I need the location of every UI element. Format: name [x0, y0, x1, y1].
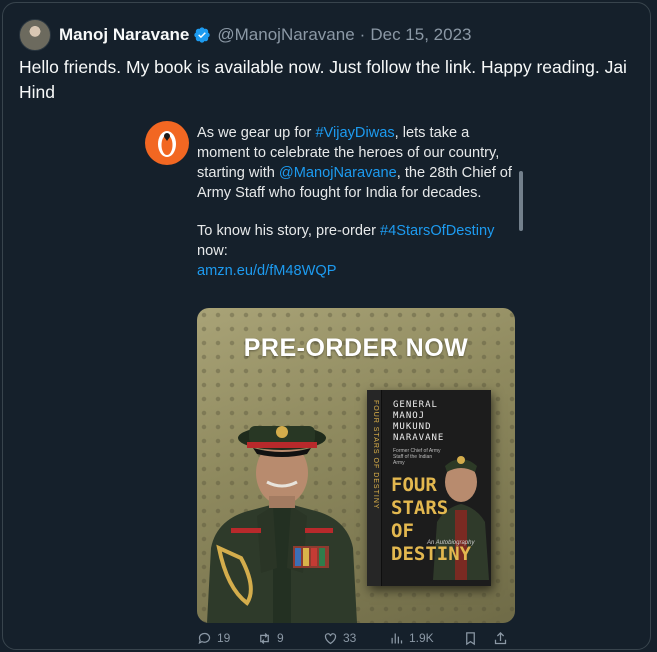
heart-icon: [324, 632, 337, 644]
repost-button[interactable]: 9: [257, 631, 323, 646]
like-count: 33: [343, 631, 357, 645]
tweet-date[interactable]: Dec 15, 2023: [370, 25, 471, 45]
views-button[interactable]: 1.9K: [389, 631, 463, 646]
mention-link[interactable]: @ManojNaravane: [279, 165, 397, 181]
views-icon: [391, 633, 403, 643]
reply-icon: [198, 632, 211, 644]
general-portrait-image: [207, 426, 357, 623]
repost-icon: [260, 632, 269, 644]
verified-badge-icon: [194, 27, 211, 43]
action-bar: 19 9 33 1.9K: [197, 627, 517, 649]
penguin-logo-icon[interactable]: [145, 121, 189, 165]
book-tagline: An Autobiography: [427, 540, 475, 546]
hashtag-4starsofdestiny-link[interactable]: #4StarsOfDestiny: [380, 223, 494, 239]
book-title-line: DESTINY: [391, 543, 472, 565]
quoted-post[interactable]: As we gear up for #VijayDiwas, lets take…: [143, 115, 533, 645]
book-title-line: FOUR: [391, 474, 437, 496]
reply-button[interactable]: 19: [197, 631, 257, 646]
reply-count: 19: [217, 631, 231, 645]
avatar[interactable]: [19, 19, 51, 51]
tweet-header: Manoj Naravane @ManojNaravane · Dec 15, …: [19, 19, 471, 51]
separator-dot: ·: [359, 25, 366, 44]
book-spine-text: FOUR STARS OF DESTINY: [372, 400, 379, 510]
tweet-text: Hello friends. My book is available now.…: [19, 57, 627, 102]
book-spine: FOUR STARS OF DESTINY: [367, 390, 382, 586]
book-title-line: STARS: [391, 497, 449, 519]
hashtag-vijaydiwas-link[interactable]: #VijayDiwas: [315, 125, 394, 141]
bookmark-icon: [466, 631, 475, 645]
book-author-line: MANOJ: [393, 411, 426, 421]
amazon-link[interactable]: amzn.eu/d/fM48WQP: [197, 263, 337, 279]
quoted-text: As we gear up for #VijayDiwas, lets take…: [197, 123, 517, 281]
promo-image[interactable]: PRE-ORDER NOW FOUR STARS OF DESTINY GENE…: [197, 308, 515, 623]
author-name[interactable]: Manoj Naravane: [59, 25, 189, 45]
share-button[interactable]: [493, 631, 513, 646]
tweet-card[interactable]: Manoj Naravane @ManojNaravane · Dec 15, …: [2, 2, 651, 650]
bookmark-button[interactable]: [463, 631, 493, 646]
repost-count: 9: [277, 631, 284, 645]
view-count: 1.9K: [409, 631, 434, 645]
scrollbar[interactable]: [519, 171, 523, 231]
promo-headline: PRE-ORDER NOW: [243, 334, 469, 362]
author-handle[interactable]: @ManojNaravane: [217, 25, 354, 45]
book-author-line: GENERAL: [393, 400, 438, 410]
quoted-text-part: now:: [197, 243, 228, 259]
book-title: FOUR STARS OF DESTINY: [391, 474, 471, 566]
quoted-text-part: As we gear up for: [197, 125, 316, 141]
quoted-text-part: To know his story, pre-order: [197, 223, 381, 239]
like-button[interactable]: 33: [323, 631, 389, 646]
share-icon: [494, 631, 507, 644]
book-cover: FOUR STARS OF DESTINY GENERAL MANOJ MUKU…: [367, 390, 491, 586]
